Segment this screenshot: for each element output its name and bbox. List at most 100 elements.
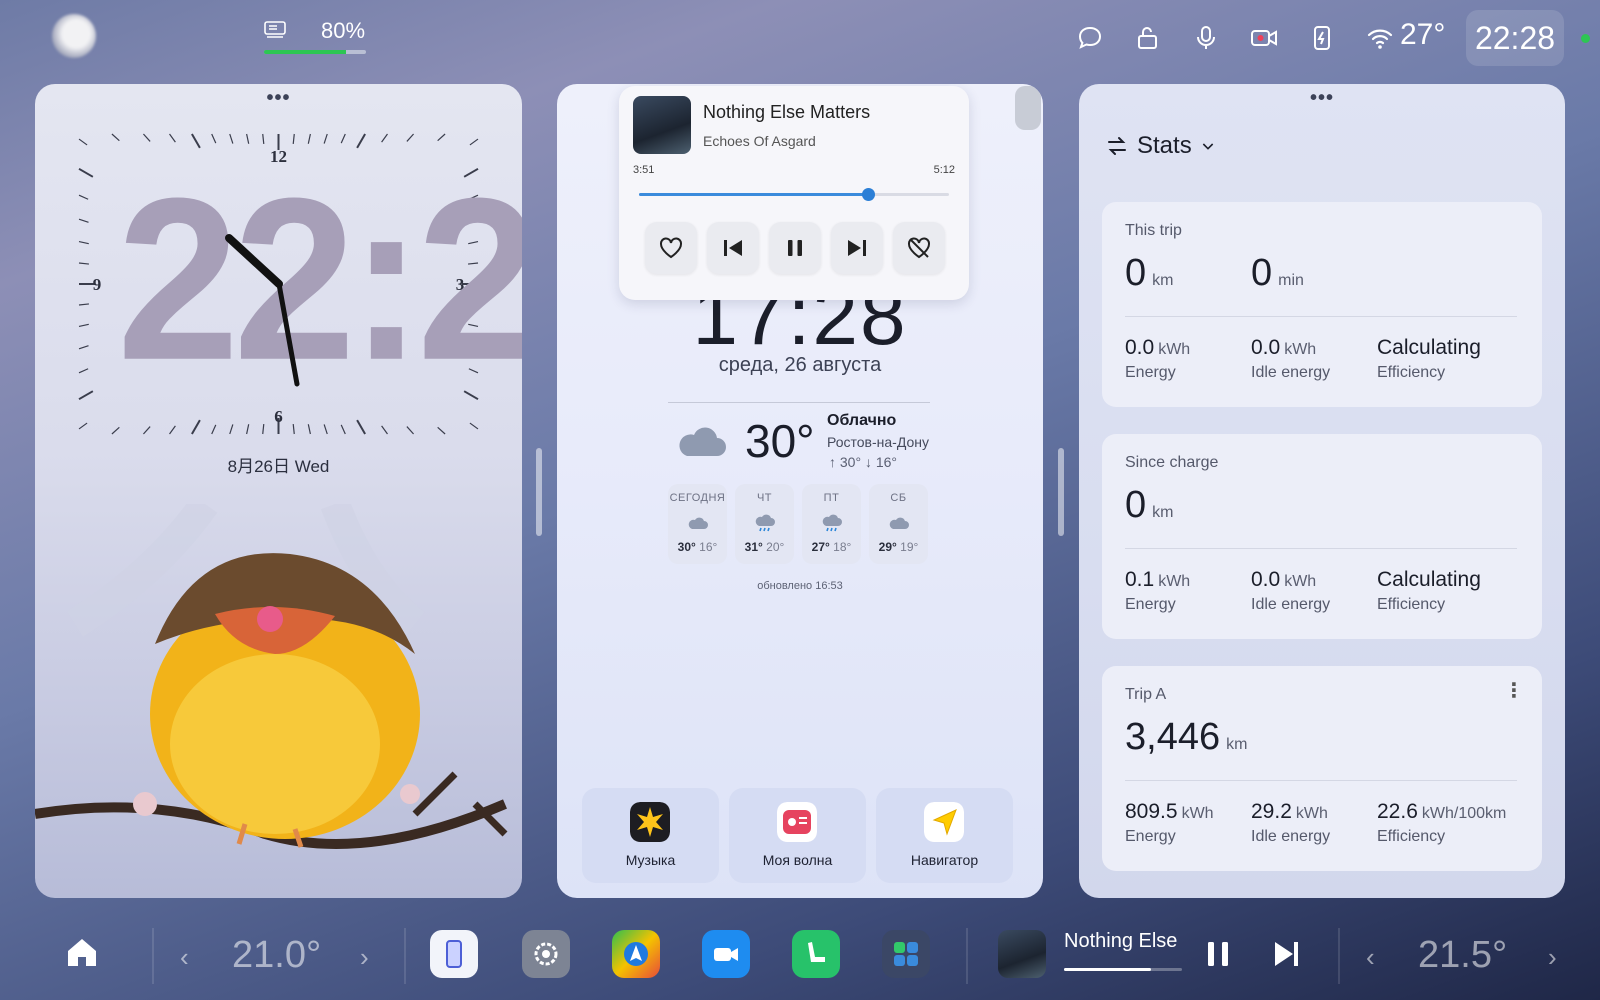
progress-knob[interactable] (862, 188, 876, 201)
weather-updated: обновлено 16:53 (757, 580, 843, 592)
now-playing-progress (1064, 968, 1182, 971)
previous-icon (724, 240, 742, 256)
weather-city: Ростов-на-Дону (827, 434, 929, 450)
efficiency-value: Calculating (1377, 568, 1481, 591)
navigation-app-icon (624, 942, 648, 966)
status-dot (1581, 34, 1590, 43)
video-call-app[interactable] (702, 930, 750, 978)
chevron-right-icon[interactable]: › (1548, 942, 1557, 973)
microphone-icon[interactable] (1186, 18, 1226, 58)
cloud-icon (889, 517, 909, 529)
video-call-icon (714, 948, 738, 961)
shortcut-music[interactable]: Музыка (582, 788, 719, 883)
distance-value: 0 km (1125, 484, 1174, 526)
status-bar: 80% 27° 22:28 (0, 0, 1600, 80)
pause-icon[interactable] (1198, 934, 1238, 974)
this-trip-panel[interactable]: This trip 0 km 0 min 0.0 kWh Energy 0.0 kWh … (1102, 202, 1542, 407)
pause-button[interactable] (769, 222, 821, 274)
switch-icon (1108, 137, 1126, 155)
forecast-day: СБ 29° 19° (869, 484, 928, 564)
now-playing-title[interactable]: Nothing Else Matters (1064, 930, 1182, 953)
wifi-icon[interactable] (1360, 18, 1400, 58)
previous-button[interactable] (707, 222, 759, 274)
efficiency-value: Calculating (1377, 336, 1481, 359)
dislike-button[interactable] (893, 222, 945, 274)
digital-date: среда, 26 августа (718, 354, 882, 376)
chevron-down-icon (1202, 143, 1213, 150)
battery-icon (264, 21, 286, 38)
battery-level-bar (264, 50, 366, 54)
navigation-app[interactable] (612, 930, 660, 978)
rain-icon (755, 514, 775, 532)
resize-handle[interactable] (1058, 448, 1064, 536)
weather-temperature: 30° (745, 415, 815, 467)
next-button[interactable] (831, 222, 883, 274)
widget-menu-icon[interactable]: ••• (1310, 88, 1334, 108)
stats-title: Stats (1137, 132, 1192, 159)
cloud-icon (688, 517, 708, 529)
weather-range: ↑ 30° ↓ 16° (829, 454, 898, 470)
avatar[interactable] (52, 14, 96, 58)
since-charge-panel[interactable]: Since charge 0 km 0.1 kWh Energy 0.0 kWh Id… (1102, 434, 1542, 639)
pause-icon (788, 240, 802, 256)
shortcut-row: Музыка Моя волна Навигатор (582, 788, 1013, 883)
progress-slider[interactable] (639, 188, 949, 201)
unlock-icon[interactable] (1128, 18, 1168, 58)
rain-icon (822, 514, 842, 532)
shortcut-navigator[interactable]: Навигатор (876, 788, 1013, 883)
dislike-icon (908, 237, 930, 259)
next-icon[interactable] (1266, 934, 1306, 974)
like-button[interactable] (645, 222, 697, 274)
distance-value: 0 km (1125, 252, 1174, 294)
energy-value: 0.0 kWh (1125, 336, 1191, 359)
energy-value: 0.1 kWh (1125, 568, 1191, 591)
trip-a-panel[interactable]: Trip A ⋮ 3,446 km 809.5 kWh Energy 29.2 kWh… (1102, 666, 1542, 871)
heart-icon (660, 237, 682, 259)
efficiency-value: 22.6 kWh/100km (1377, 800, 1507, 823)
widget-menu-icon[interactable]: ••• (266, 88, 290, 108)
settings-app[interactable] (522, 930, 570, 978)
status-clock[interactable]: 22:28 (1466, 10, 1564, 66)
chevron-left-icon[interactable]: ‹ (180, 942, 189, 973)
divider (668, 402, 930, 403)
clock-widget[interactable]: ••• 12369 22:28 8月26日 Wed (35, 84, 522, 898)
song-artist: Echoes Of Asgard (703, 133, 816, 149)
settings-icon (534, 942, 558, 966)
navigator-arrow-icon (924, 802, 964, 842)
idle-energy-value: 29.2 kWh (1251, 800, 1328, 823)
chat-icon[interactable] (1070, 18, 1110, 58)
stats-dropdown[interactable]: Stats (1105, 132, 1216, 160)
phone-mirror-app[interactable] (430, 930, 478, 978)
chevron-left-icon[interactable]: ‹ (1366, 942, 1375, 973)
music-star-icon (630, 802, 670, 842)
toolbox-app[interactable] (882, 930, 930, 978)
idle-energy-value: 0.0 kWh (1251, 336, 1317, 359)
mini-app-icon[interactable] (1015, 86, 1041, 130)
home-icon[interactable] (62, 932, 102, 972)
phone-mirror-icon (446, 940, 462, 968)
energy-value: 809.5 kWh (1125, 800, 1214, 823)
battery-percent: 80% (321, 18, 366, 43)
bird-wallpaper (35, 504, 508, 849)
left-climate-temp[interactable]: 21.0° (232, 934, 321, 977)
chevron-right-icon[interactable]: › (360, 942, 369, 973)
album-art[interactable] (633, 96, 691, 154)
distance-value: 3,446 km (1125, 716, 1248, 758)
clock-hands (225, 234, 300, 387)
next-icon (848, 240, 866, 256)
stats-widget[interactable]: ••• Stats This trip 0 km 0 min 0.0 kWh Ener… (1079, 84, 1565, 898)
time-value: 0 min (1251, 252, 1304, 294)
more-options-icon[interactable]: ⋮ (1504, 681, 1524, 701)
seat-app[interactable] (792, 930, 840, 978)
camera-icon[interactable] (1244, 18, 1284, 58)
resize-handle[interactable] (536, 448, 542, 536)
home-widget[interactable]: ••• 17:28 среда, 26 августа 30° Облачно … (557, 84, 1043, 898)
now-playing-album-art[interactable] (998, 930, 1046, 978)
outside-temperature: 27° (1400, 18, 1446, 51)
phone-charge-icon[interactable] (1302, 18, 1342, 58)
right-climate-temp[interactable]: 21.5° (1418, 934, 1507, 977)
song-title: Nothing Else Matters (703, 102, 871, 122)
music-player[interactable]: Nothing Else Matters Echoes Of Asgard 3:… (619, 86, 969, 300)
shortcut-my-wave[interactable]: Моя волна (729, 788, 866, 883)
idle-energy-value: 0.0 kWh (1251, 568, 1317, 591)
